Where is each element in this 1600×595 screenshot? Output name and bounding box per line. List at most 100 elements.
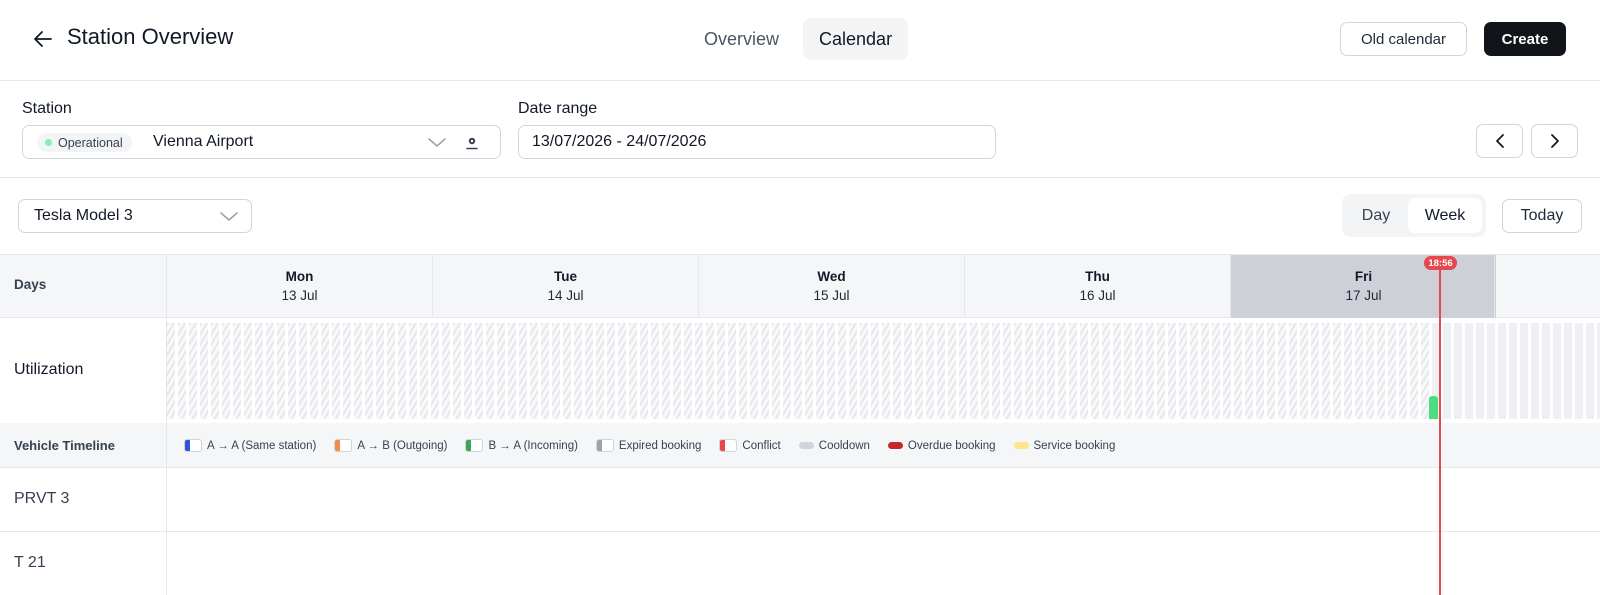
utilization-slot <box>266 323 274 419</box>
utilization-slot <box>475 323 483 419</box>
utilization-slot <box>508 323 516 419</box>
utilization-slot <box>1344 323 1352 419</box>
utilization-slot <box>981 323 989 419</box>
utilization-slot <box>552 323 560 419</box>
utilization-slot <box>640 323 648 419</box>
utilization-slot <box>332 323 340 419</box>
chevron-right-icon <box>1550 134 1559 148</box>
day-date: 16 Jul <box>1079 288 1116 303</box>
utilization-slot <box>1223 323 1231 419</box>
legend-swatch-icon <box>184 439 202 452</box>
day-name: Tue <box>554 269 577 284</box>
legend-swatch-icon <box>465 439 484 452</box>
legend-label: Cooldown <box>818 439 870 452</box>
utilization-slot <box>673 323 681 419</box>
utilization-slot <box>629 323 637 419</box>
utilization-slot <box>343 323 351 419</box>
view-week-button[interactable]: Week <box>1408 198 1482 233</box>
utilization-slot <box>1465 323 1473 419</box>
legend-item: Expired booking <box>595 439 701 452</box>
old-calendar-button[interactable]: Old calendar <box>1340 22 1467 56</box>
utilization-slot <box>1575 323 1583 419</box>
utilization-slot <box>937 323 945 419</box>
date-range-input[interactable]: 13/07/2026 - 24/07/2026 <box>518 125 996 159</box>
utilization-slot <box>1179 323 1187 419</box>
station-select[interactable]: Operational Vienna Airport <box>22 125 501 159</box>
utilization-bar[interactable] <box>1429 396 1438 419</box>
utilization-slot <box>1487 323 1495 419</box>
utilization-slot <box>1267 323 1275 419</box>
legend-item: A → B (Outgoing) <box>334 439 447 452</box>
legend-label: Overdue booking <box>907 439 996 452</box>
chevron-down-icon <box>220 212 238 221</box>
utilization-slot <box>310 323 318 419</box>
utilization-slot <box>1113 323 1121 419</box>
utilization-slot <box>970 323 978 419</box>
utilization-slot <box>1410 323 1418 419</box>
utilization-slot <box>519 323 527 419</box>
utilization-slot <box>398 323 406 419</box>
utilization-label: Utilization <box>14 361 84 378</box>
utilization-slot <box>739 323 747 419</box>
vehicle-row[interactable]: T 21 <box>0 532 1600 595</box>
current-time-line <box>1439 262 1441 595</box>
utilization-slot <box>1135 323 1143 419</box>
utilization-slot <box>662 323 670 419</box>
current-time-badge: 18:56 <box>1424 256 1457 270</box>
legend-label: Conflict <box>742 439 781 452</box>
today-button[interactable]: Today <box>1502 199 1582 233</box>
utilization-slot <box>1564 323 1572 419</box>
day-column-thu: Thu 16 Jul <box>964 255 1230 318</box>
utilization-slot <box>442 323 450 419</box>
utilization-slot <box>574 323 582 419</box>
utilization-slot <box>1509 323 1517 419</box>
utilization-slot <box>486 323 494 419</box>
vehicle-model-select[interactable]: Tesla Model 3 <box>18 199 252 233</box>
days-label: Days <box>14 277 47 292</box>
utilization-slot <box>1234 323 1242 419</box>
vehicle-row[interactable]: PRVT 3 <box>0 468 1600 532</box>
view-day-button[interactable]: Day <box>1346 198 1406 233</box>
utilization-slot <box>783 323 791 419</box>
date-range-label: Date range <box>518 100 598 117</box>
utilization-slot <box>1025 323 1033 419</box>
utilization-slot <box>684 323 692 419</box>
utilization-slot <box>1102 323 1110 419</box>
create-button[interactable]: Create <box>1484 22 1566 56</box>
utilization-slot <box>1289 323 1297 419</box>
utilization-slot <box>255 323 263 419</box>
day-date: 13 Jul <box>281 288 318 303</box>
label-column-divider <box>166 254 167 595</box>
page-title: Station Overview <box>67 24 234 49</box>
utilization-slot <box>761 323 769 419</box>
back-button[interactable] <box>30 26 56 52</box>
utilization-slot <box>464 323 472 419</box>
utilization-slot <box>1322 323 1330 419</box>
legend-swatch-icon <box>719 439 738 452</box>
utilization-slot <box>277 323 285 419</box>
utilization-slot <box>1047 323 1055 419</box>
day-column-wed: Wed 15 Jul <box>698 255 964 318</box>
legend-item: Conflict <box>719 439 781 452</box>
status-text: Operational <box>58 135 123 150</box>
arrow-left-icon <box>34 31 52 47</box>
utilization-slot <box>1498 323 1506 419</box>
utilization-slot <box>1311 323 1319 419</box>
utilization-slot <box>387 323 395 419</box>
next-period-button[interactable] <box>1531 124 1578 158</box>
utilization-slot <box>849 323 857 419</box>
utilization-slot <box>827 323 835 419</box>
utilization-slot <box>1278 323 1286 419</box>
status-badge: Operational <box>37 133 132 152</box>
utilization-slot <box>1476 323 1484 419</box>
tab-calendar[interactable]: Calendar <box>803 18 909 60</box>
day-column-empty <box>1494 255 1600 318</box>
location-pin-icon[interactable] <box>465 135 479 151</box>
booking-legend: A → A (Same station) A → B (Outgoing) B → … <box>184 439 1133 452</box>
utilization-slot <box>420 323 428 419</box>
utilization-chart <box>167 323 1600 419</box>
tab-overview[interactable]: Overview <box>690 18 793 60</box>
utilization-slot <box>431 323 439 419</box>
prev-period-button[interactable] <box>1476 124 1523 158</box>
utilization-slot <box>750 323 758 419</box>
